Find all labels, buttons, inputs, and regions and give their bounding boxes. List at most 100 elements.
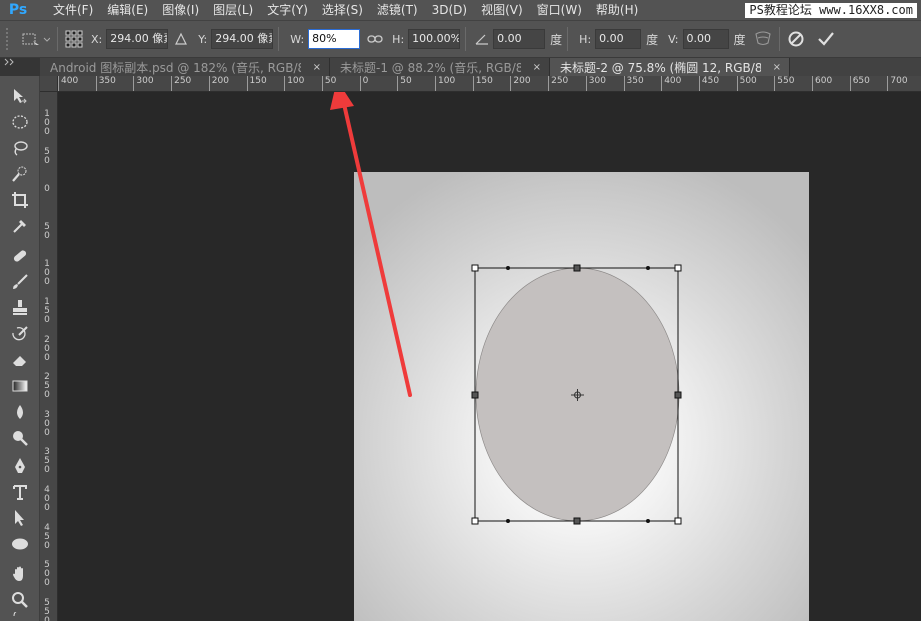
x-position-field[interactable]: 294.00 像素 [106, 29, 169, 49]
toolbar-collapse[interactable] [0, 58, 40, 76]
canvas-area[interactable] [58, 92, 921, 621]
ruler-tick-label: 100 [42, 260, 52, 287]
close-tab-icon[interactable]: × [313, 62, 321, 73]
reference-point-grid-icon[interactable] [63, 28, 85, 50]
ruler-tick-label: 500 [42, 561, 52, 588]
horizontal-skew-unit: 度 [646, 32, 659, 47]
blur-tool[interactable] [5, 400, 35, 424]
close-tab-icon[interactable]: × [533, 62, 541, 73]
ruler-digit: 0 [44, 127, 50, 137]
warp-mode-icon[interactable] [752, 28, 774, 50]
angle-field[interactable]: 0.00 [493, 29, 546, 49]
move-tool-preset-icon[interactable] [18, 28, 52, 50]
ruler-tick-label: 200 [510, 76, 531, 91]
history-brush-icon [12, 326, 28, 341]
type-tool[interactable] [5, 480, 35, 504]
relative-position-icon[interactable] [170, 28, 192, 50]
ruler-tick-label: 350 [42, 448, 52, 475]
drop-icon [17, 405, 23, 419]
dodge-tool[interactable] [5, 426, 35, 450]
ruler-tick-label: 700 [887, 76, 908, 91]
handle-middle-right[interactable] [674, 391, 682, 399]
ruler-digit: 0 [44, 155, 50, 166]
ruler-tick-label: 550 [42, 598, 52, 621]
y-position-field[interactable]: 294.00 像素 [211, 29, 274, 49]
document-tab[interactable]: 未标题-2 @ 75.8% (椭圆 12, RGB/8) * × [550, 58, 790, 76]
path-selection-tool[interactable] [5, 506, 35, 530]
pen-tool[interactable] [5, 454, 35, 478]
handle-bottom-left[interactable] [471, 517, 479, 525]
ruler-digit: 0 [44, 503, 50, 513]
history-brush-tool[interactable] [5, 322, 35, 346]
eyedropper-tool[interactable] [5, 214, 35, 238]
ruler-digit: 0 [44, 315, 50, 325]
handle-middle-left[interactable] [471, 391, 479, 399]
menu-item[interactable]: 滤镜(T) [370, 0, 425, 20]
width-label: W: [290, 32, 305, 46]
menu-item[interactable]: 图层(L) [206, 0, 260, 20]
tab-label: 未标题-2 @ 75.8% (椭圆 12, RGB/8) * [560, 60, 761, 75]
cancel-transform-icon[interactable] [785, 28, 807, 50]
brush-tool[interactable] [5, 270, 35, 294]
menu-item[interactable]: 帮助(H) [589, 0, 645, 20]
gradient-tool[interactable] [5, 374, 35, 398]
handle-bottom-center[interactable] [573, 517, 581, 525]
zoom-icon [12, 592, 28, 608]
move-icon [14, 89, 27, 104]
menu-items: 文件(F) 编辑(E) 图像(I) 图层(L) 文字(Y) 选择(S) 滤镜(T) 3D(D)… [46, 0, 645, 20]
menu-item[interactable]: 图像(I) [155, 0, 206, 20]
menu-item[interactable]: 文字(Y) [260, 0, 315, 20]
link-icon[interactable] [364, 28, 386, 50]
ruler-tick-label: 350 [95, 76, 116, 91]
menu-item[interactable]: 编辑(E) [100, 0, 155, 20]
quick-selection-tool[interactable] [5, 162, 35, 186]
healing-brush-tool[interactable] [5, 244, 35, 268]
lasso-tool[interactable] [5, 136, 35, 160]
x-label: X: [91, 32, 103, 46]
menu-item[interactable]: 选择(S) [315, 0, 370, 20]
ruler-origin[interactable] [40, 76, 58, 92]
divider [465, 27, 467, 51]
rotate-angle-icon [471, 28, 493, 50]
menu-item[interactable]: 窗口(W) [530, 0, 589, 20]
width-field[interactable]: 80% [308, 29, 361, 49]
photoshop-logo: Ps [8, 2, 28, 18]
clone-stamp-tool[interactable] [5, 296, 35, 320]
handle-bottom-right[interactable] [674, 517, 682, 525]
handle-top-left[interactable] [471, 264, 479, 272]
document-tab[interactable]: Android 图标副本.psd @ 182% (音乐, RGB/8) * × [40, 58, 330, 76]
document-tab[interactable]: 未标题-1 @ 88.2% (音乐, RGB/8) * × [330, 58, 550, 76]
menu-item[interactable]: 视图(V) [474, 0, 530, 20]
commit-transform-icon[interactable] [815, 28, 837, 50]
move-tool[interactable] [5, 84, 35, 108]
ellipse-tool[interactable] [5, 532, 35, 556]
ruler-tick-label: 0 [42, 185, 52, 194]
handle-top-right[interactable] [674, 264, 682, 272]
zoom-tool[interactable] [5, 588, 35, 612]
swap-arrows-icon [13, 612, 16, 616]
marquee-tool[interactable] [5, 110, 35, 134]
ruler-tick-label: 300 [585, 76, 606, 91]
handle-top-center[interactable] [573, 264, 581, 272]
options-grip[interactable] [6, 28, 10, 50]
ruler-tick-label: 200 [42, 335, 52, 363]
vertical-skew-field[interactable]: 0.00 [682, 29, 729, 49]
hand-tool[interactable] [5, 562, 35, 586]
horizontal-ruler[interactable]: 400 350 300 250 200 150 100 50 0 50 100 150 200 250 30… [40, 76, 921, 92]
vertical-ruler[interactable]: 10050050100150200250300350400450500550 [40, 92, 58, 621]
ruler-tick-label: 350 [623, 76, 644, 91]
menu-item[interactable]: 文件(F) [46, 0, 100, 20]
eyedropper-icon [13, 220, 26, 233]
ruler-tick-label: 50 [42, 147, 52, 166]
swap-colors-control[interactable] [5, 612, 35, 621]
horizontal-skew-field[interactable]: 0.00 [595, 29, 642, 49]
height-field[interactable]: 100.00% [408, 29, 461, 49]
ruler-tick-label: 100 [435, 76, 455, 91]
ruler-tick-label: 100 [284, 76, 304, 91]
close-tab-icon[interactable]: × [773, 62, 781, 73]
eraser-tool[interactable] [5, 348, 35, 372]
menu-item[interactable]: 3D(D) [425, 0, 474, 20]
ruler-tick-label: 100 [42, 110, 52, 137]
stamp-icon [13, 300, 27, 315]
crop-tool[interactable] [5, 188, 35, 212]
